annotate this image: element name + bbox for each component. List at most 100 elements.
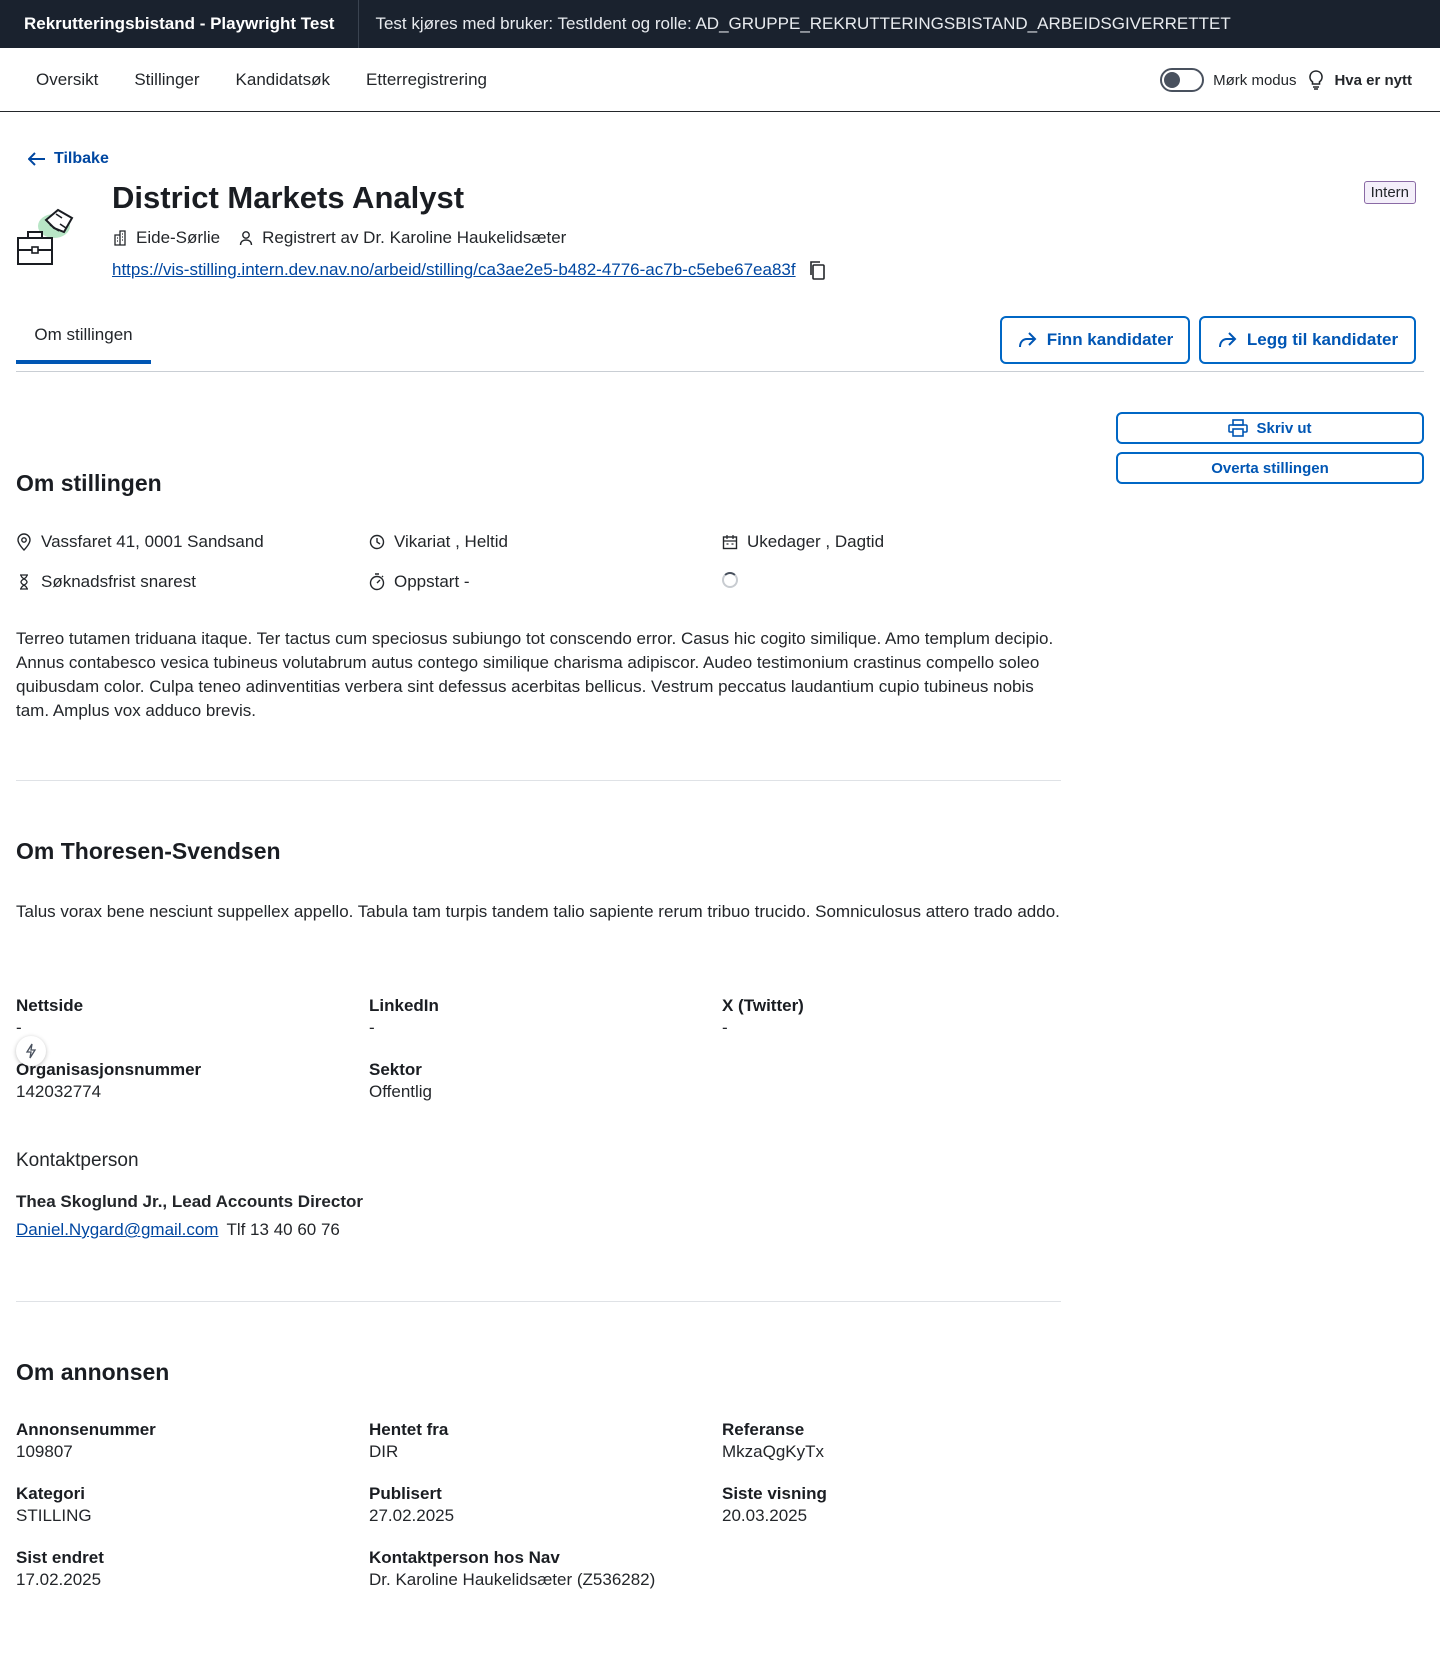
field-label: Publisert: [369, 1484, 442, 1503]
field-linkedin: LinkedIn -: [369, 996, 439, 1038]
field-value: MkzaQgKyTx: [722, 1442, 825, 1461]
fact-schedule: Ukedager , Dagtid: [722, 532, 884, 552]
position-description: Terreo tutamen triduana itaque. Ter tact…: [16, 629, 1054, 720]
fact-address: Vassfaret 41, 0001 Sandsand: [16, 532, 264, 552]
clock-icon: [369, 534, 385, 550]
handshake-briefcase-icon: [17, 208, 74, 265]
field-sector: Sektor Offentlig: [369, 1060, 432, 1102]
find-candidates-button[interactable]: Finn kandidater: [1000, 316, 1190, 364]
field-label: Annonsenummer: [16, 1420, 156, 1439]
section-heading-employer: Om Thoresen-Svendsen: [16, 838, 281, 864]
field-value: -: [722, 1018, 728, 1037]
nav-item-oversikt[interactable]: Oversikt: [36, 70, 98, 90]
copy-icon[interactable]: [808, 260, 826, 280]
section-heading-position: Om stillingen: [16, 470, 162, 496]
field-value: 17.02.2025: [16, 1570, 102, 1589]
lightning-icon: [25, 1043, 37, 1059]
page-title: District Markets Analyst: [112, 180, 465, 215]
field-value: Dr. Karoline Haukelidsæter (Z536282): [369, 1570, 656, 1589]
lightbulb-icon: [1309, 70, 1324, 90]
dark-mode-label: Mørk modus: [1213, 71, 1297, 89]
divider: [16, 780, 1061, 781]
take-over-button[interactable]: Overta stillingen: [1116, 452, 1424, 484]
field-label: Sektor: [369, 1060, 422, 1079]
field-nav-contact: Kontaktperson hos Nav Dr. Karoline Hauke…: [369, 1548, 655, 1590]
field-label: Sist endret: [16, 1548, 104, 1567]
tab-om-stillingen[interactable]: Om stillingen: [16, 310, 151, 364]
location-pin-icon: [17, 533, 31, 551]
fact-employment: Vikariat , Heltid: [369, 532, 508, 552]
employer-name: Eide-Sørlie: [136, 228, 221, 247]
field-value: 27.02.2025: [369, 1506, 455, 1525]
field-published: Publisert 27.02.2025: [369, 1484, 454, 1526]
quick-action-button[interactable]: [16, 1036, 46, 1066]
back-link[interactable]: Tilbake: [28, 150, 109, 168]
field-category: Kategori STILLING: [16, 1484, 92, 1526]
app-brand[interactable]: Rekrutteringsbistand - Playwright Test: [0, 0, 360, 48]
field-label: Organisasjonsnummer: [16, 1060, 202, 1079]
field-twitter: X (Twitter) -: [722, 996, 804, 1038]
field-value: STILLING: [16, 1506, 92, 1525]
field-value: 20.03.2025: [722, 1506, 808, 1525]
field-value: -: [16, 1018, 22, 1037]
contact-heading: Kontaktperson: [16, 1150, 139, 1171]
field-source: Hentet fra DIR: [369, 1420, 448, 1462]
field-label: Referanse: [722, 1420, 805, 1439]
employment-text: Vikariat , Heltid: [394, 532, 509, 551]
share-arrow-icon: [1218, 332, 1237, 348]
take-over-label: Overta stillingen: [1211, 459, 1329, 477]
field-value: Offentlig: [369, 1082, 433, 1101]
hourglass-icon: [20, 574, 28, 590]
schedule-text: Ukedager , Dagtid: [747, 532, 885, 551]
nav-item-etterregistrering[interactable]: Etterregistrering: [366, 70, 487, 90]
add-candidates-label: Legg til kandidater: [1246, 330, 1399, 349]
employer-description: Talus vorax bene nesciunt suppellex appe…: [16, 902, 1060, 921]
position-url-link[interactable]: https://vis-stilling.intern.dev.nav.no/a…: [112, 260, 796, 280]
building-icon: [114, 230, 126, 246]
add-candidates-button[interactable]: Legg til kandidater: [1199, 316, 1416, 364]
field-label: Nettside: [16, 996, 84, 1015]
dark-mode-toggle[interactable]: [1160, 68, 1205, 92]
print-button[interactable]: Skriv ut: [1116, 412, 1424, 444]
field-label: LinkedIn: [369, 996, 439, 1015]
field-value: DIR: [369, 1442, 399, 1461]
share-arrow-icon: [1018, 332, 1037, 348]
position-meta: Eide-Sørlie Registrert av Dr. Karoline H…: [112, 228, 584, 248]
fact-deadline: Søknadsfrist snarest: [16, 572, 196, 592]
status-badge: Intern: [1363, 181, 1416, 204]
field-org-number: Organisasjonsnummer 142032774: [16, 1060, 201, 1102]
contact-name: Thea Skoglund Jr., Lead Accounts Directo…: [16, 1192, 363, 1211]
field-value: -: [369, 1018, 375, 1037]
fact-start: Oppstart -: [369, 572, 470, 592]
address-text: Vassfaret 41, 0001 Sandsand: [41, 532, 264, 551]
main-nav: Oversikt Stillinger Kandidatsøk Etterreg…: [0, 48, 1440, 112]
whats-new-button[interactable]: Hva er nytt: [1308, 70, 1412, 90]
field-label: Kontaktperson hos Nav: [369, 1548, 560, 1567]
whats-new-label: Hva er nytt: [1334, 71, 1412, 89]
contact-details: Daniel.Nygard@gmail.com Tlf 13 40 60 76: [16, 1220, 340, 1240]
registered-by: Registrert av Dr. Karoline Haukelidsæter: [262, 228, 567, 247]
section-heading-ad: Om annonsen: [16, 1359, 170, 1385]
tab-bar: Om stillingen Finn kandidater Legg til k…: [16, 310, 1424, 372]
field-label: Hentet fra: [369, 1420, 449, 1439]
position-url-row: https://vis-stilling.intern.dev.nav.no/a…: [112, 260, 826, 280]
nav-item-stillinger[interactable]: Stillinger: [134, 70, 199, 90]
stopwatch-icon: [369, 573, 385, 591]
nav-item-kandidatsok[interactable]: Kandidatsøk: [236, 70, 331, 90]
deadline-text: Søknadsfrist snarest: [41, 572, 196, 591]
contact-email-link[interactable]: Daniel.Nygard@gmail.com: [16, 1220, 218, 1240]
loading-spinner: [722, 572, 738, 588]
arrow-left-icon: [28, 152, 45, 166]
field-label: Kategori: [16, 1484, 85, 1503]
print-label: Skriv ut: [1256, 419, 1312, 437]
field-label: Siste visning: [722, 1484, 827, 1503]
field-last-view: Siste visning 20.03.2025: [722, 1484, 827, 1526]
test-role-info: Test kjøres med bruker: TestIdent og rol…: [375, 14, 1231, 33]
contact-phone: Tlf 13 40 60 76: [226, 1220, 340, 1239]
field-website: Nettside -: [16, 996, 83, 1038]
field-label: X (Twitter): [722, 996, 804, 1015]
divider: [16, 1301, 1061, 1302]
field-value: 109807: [16, 1442, 73, 1461]
field-last-changed: Sist endret 17.02.2025: [16, 1548, 104, 1590]
top-bar: Rekrutteringsbistand - Playwright Test T…: [0, 0, 1440, 48]
